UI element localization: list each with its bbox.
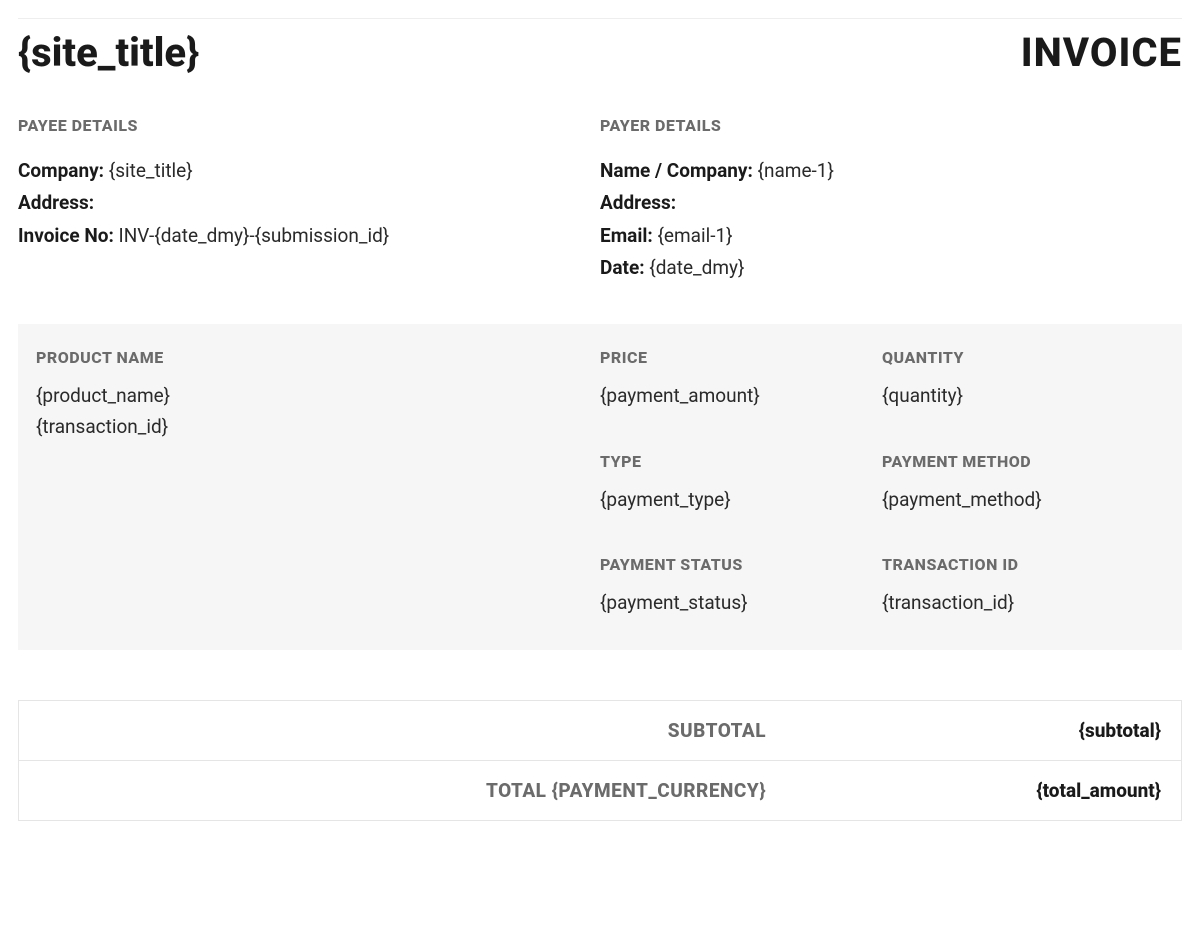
product-txid-line: {transaction_id} (36, 412, 600, 442)
col-quantity-heading: QUANTITY (882, 348, 1164, 367)
payee-address: Address: (18, 187, 580, 219)
payee-address-label: Address: (18, 191, 94, 214)
payer-email: Email: {email-1} (600, 220, 1162, 252)
payee-invoice-no-value: INV-{date_dmy}-{submission_id} (119, 224, 390, 247)
total-row: TOTAL {PAYMENT_CURRENCY} {total_amount} (19, 761, 1182, 821)
payer-name-value: {name-1} (758, 159, 834, 182)
payee-invoice-no-label: Invoice No: (18, 224, 114, 247)
payee-invoice-no: Invoice No: INV-{date_dmy}-{submission_i… (18, 220, 580, 252)
subtotal-row: SUBTOTAL {subtotal} (19, 701, 1182, 761)
payer-name: Name / Company: {name-1} (600, 155, 1162, 187)
details-row: PAYEE DETAILS Company: {site_title} Addr… (18, 116, 1182, 284)
payee-company: Company: {site_title} (18, 155, 580, 187)
col-product-name-heading: PRODUCT NAME (36, 348, 600, 367)
col-status-heading: PAYMENT STATUS (600, 555, 882, 574)
payee-company-label: Company: (18, 159, 104, 182)
products-block: PRODUCT NAME {product_name} {transaction… (18, 324, 1182, 650)
subtotal-value: {subtotal} (786, 701, 1181, 761)
payer-address-label: Address: (600, 191, 676, 214)
payer-email-label: Email: (600, 224, 653, 247)
status-value: {payment_status} (600, 588, 882, 618)
payer-date-label: Date: (600, 256, 645, 279)
totals-table: SUBTOTAL {subtotal} TOTAL {PAYMENT_CURRE… (18, 700, 1182, 821)
invoice-label: INVOICE (1021, 29, 1182, 76)
payee-details: PAYEE DETAILS Company: {site_title} Addr… (18, 116, 600, 284)
site-title: {site_title} (18, 29, 199, 76)
payer-heading: PAYER DETAILS (600, 116, 1162, 135)
price-value: {payment_amount} (600, 381, 882, 411)
payer-address: Address: (600, 187, 1162, 219)
col-price-heading: PRICE (600, 348, 882, 367)
total-value: {total_amount} (786, 761, 1181, 821)
col-method-heading: PAYMENT METHOD (882, 452, 1164, 471)
invoice-header: {site_title} INVOICE (18, 18, 1182, 76)
type-value: {payment_type} (600, 485, 882, 515)
payer-date: Date: {date_dmy} (600, 252, 1162, 284)
col-txid-heading: TRANSACTION ID (882, 555, 1164, 574)
payer-details: PAYER DETAILS Name / Company: {name-1} A… (600, 116, 1182, 284)
payee-company-value: {site_title} (109, 159, 193, 182)
method-value: {payment_method} (882, 485, 1164, 515)
product-name-value: {product_name} (36, 381, 600, 411)
quantity-value: {quantity} (882, 381, 1164, 411)
payer-date-value: {date_dmy} (649, 256, 744, 279)
payer-email-value: {email-1} (657, 224, 732, 247)
total-label: TOTAL {PAYMENT_CURRENCY} (19, 761, 787, 821)
txid-value: {transaction_id} (882, 588, 1164, 618)
subtotal-label: SUBTOTAL (19, 701, 787, 761)
payee-heading: PAYEE DETAILS (18, 116, 580, 135)
col-type-heading: TYPE (600, 452, 882, 471)
payer-name-label: Name / Company: (600, 159, 753, 182)
